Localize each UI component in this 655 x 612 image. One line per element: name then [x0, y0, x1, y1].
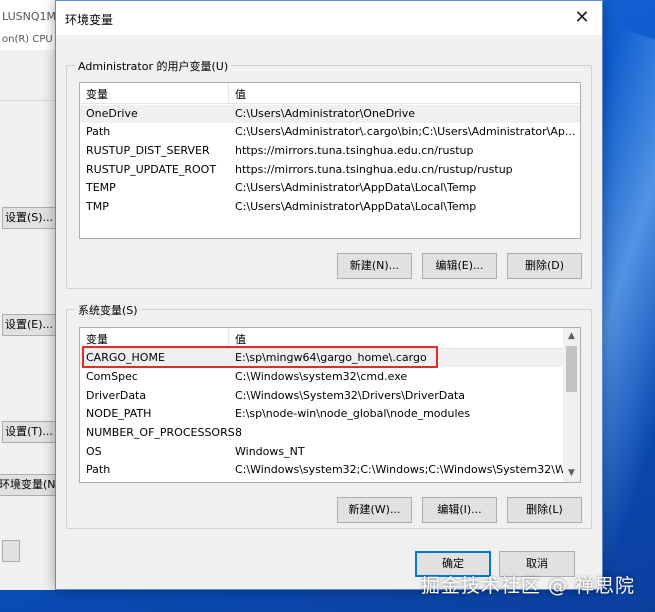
row-value: Windows_NT — [235, 445, 305, 458]
row-value: C:\Windows\system32\cmd.exe — [235, 370, 408, 383]
table-row[interactable]: RUSTUP_UPDATE_ROOT https://mirrors.tuna.… — [80, 161, 580, 179]
system-variables-label: 系统变量(S) — [75, 302, 141, 318]
column-header-variable[interactable]: 变量 — [86, 86, 108, 102]
row-value: https://mirrors.tuna.tsinghua.edu.cn/rus… — [235, 163, 513, 176]
column-divider[interactable] — [228, 83, 229, 104]
row-variable: NODE_PATH — [86, 407, 152, 420]
row-variable: TMP — [86, 200, 109, 213]
table-row[interactable]: OneDrive C:\Users\Administrator\OneDrive — [80, 105, 580, 123]
table-row[interactable]: OS Windows_NT — [80, 443, 565, 461]
row-variable: RUSTUP_DIST_SERVER — [86, 144, 210, 157]
chevron-down-icon[interactable]: ▼ — [563, 465, 580, 482]
row-variable: ComSpec — [86, 370, 138, 383]
dialog-titlebar: 环境变量 ✕ — [56, 1, 602, 35]
annotation-highlight-box — [82, 346, 438, 368]
table-row[interactable]: TEMP C:\Users\Administrator\AppData\Loca… — [80, 179, 580, 197]
user-delete-button[interactable]: 删除(D) — [507, 253, 582, 279]
table-row[interactable]: TMP C:\Users\Administrator\AppData\Local… — [80, 198, 580, 216]
system-edit-button[interactable]: 编辑(I)... — [422, 497, 497, 523]
user-new-button[interactable]: 新建(N)... — [337, 253, 412, 279]
environment-variables-dialog: 环境变量 ✕ Administrator 的用户变量(U) 变量 值 OneDr… — [55, 0, 603, 590]
table-row[interactable]: Path C:\Users\Administrator\.cargo\bin;C… — [80, 123, 580, 141]
row-value: https://mirrors.tuna.tsinghua.edu.cn/rus… — [235, 144, 474, 157]
table-row[interactable]: NODE_PATH E:\sp\node-win\node_global\nod… — [80, 405, 565, 423]
user-profiles-settings-button[interactable]: 设置(E)... — [2, 314, 56, 336]
startup-recovery-settings-button[interactable]: 设置(T)... — [2, 421, 56, 443]
row-variable: Path — [86, 125, 111, 138]
system-delete-button[interactable]: 删除(L) — [507, 497, 582, 523]
row-value: C:\Users\Administrator\AppData\Local\Tem… — [235, 200, 477, 213]
scrollbar-thumb[interactable] — [566, 346, 577, 392]
row-value: C:\Users\Administrator\OneDrive — [235, 107, 416, 120]
computer-name-text: LUSNQ1M — [2, 10, 56, 23]
chevron-up-icon[interactable]: ▲ — [563, 328, 580, 345]
table-row[interactable]: DriverData C:\Windows\System32\Drivers\D… — [80, 387, 565, 405]
row-value: C:\Users\Administrator\AppData\Local\Tem… — [235, 181, 477, 194]
column-header-value[interactable]: 值 — [235, 86, 246, 102]
column-header-variable[interactable]: 变量 — [86, 331, 108, 347]
user-variables-label: Administrator 的用户变量(U) — [75, 58, 232, 74]
column-header-value[interactable]: 值 — [235, 331, 246, 347]
list-header: 变量 值 — [80, 83, 580, 104]
processor-text: on(R) CPU — [2, 34, 53, 45]
row-value: C:\Windows\System32\Drivers\DriverData — [235, 389, 466, 402]
row-variable: TEMP — [86, 181, 116, 194]
performance-settings-button[interactable]: 设置(S)... — [2, 207, 56, 229]
environment-variables-button[interactable]: 环境变量(N)... — [0, 474, 56, 496]
watermark-text: 掘金技术社区 @ 禅思院 — [420, 575, 635, 597]
row-value: E:\sp\node-win\node_global\node_modules — [235, 407, 471, 420]
table-row[interactable]: Path C:\Windows\system32;C:\Windows;C:\W… — [80, 461, 565, 479]
user-edit-button[interactable]: 编辑(E)... — [422, 253, 497, 279]
row-variable: RUSTUP_UPDATE_ROOT — [86, 163, 217, 176]
row-value: C:\Windows\system32;C:\Windows;C:\Window… — [235, 463, 565, 476]
system-variables-group: 系统变量(S) 变量 值 CARGO_HOME E:\sp\mingw64\ga… — [66, 302, 592, 529]
dialog-title: 环境变量 — [65, 13, 114, 27]
table-row[interactable]: ComSpec C:\Windows\system32\cmd.exe — [80, 368, 565, 386]
row-variable: NUMBER_OF_PROCESSORS — [86, 426, 235, 439]
system-new-button[interactable]: 新建(W)... — [337, 497, 412, 523]
row-variable: OS — [86, 445, 102, 458]
user-variables-list[interactable]: 变量 值 OneDrive C:\Users\Administrator\One… — [79, 82, 581, 239]
row-variable: OneDrive — [86, 107, 138, 120]
table-row[interactable]: RUSTUP_DIST_SERVER https://mirrors.tuna.… — [80, 142, 580, 160]
row-value: 8 — [235, 426, 242, 439]
row-value: C:\Users\Administrator\.cargo\bin;C:\Use… — [235, 125, 576, 138]
user-variables-group: Administrator 的用户变量(U) 变量 值 OneDrive C:\… — [66, 58, 592, 289]
close-icon[interactable]: ✕ — [562, 1, 602, 35]
back-ok-button[interactable] — [2, 540, 20, 562]
row-variable: DriverData — [86, 389, 147, 402]
row-variable: Path — [86, 463, 111, 476]
system-list-scrollbar[interactable]: ▲ ▼ — [563, 328, 580, 482]
table-row[interactable]: NUMBER_OF_PROCESSORS 8 — [80, 424, 565, 442]
